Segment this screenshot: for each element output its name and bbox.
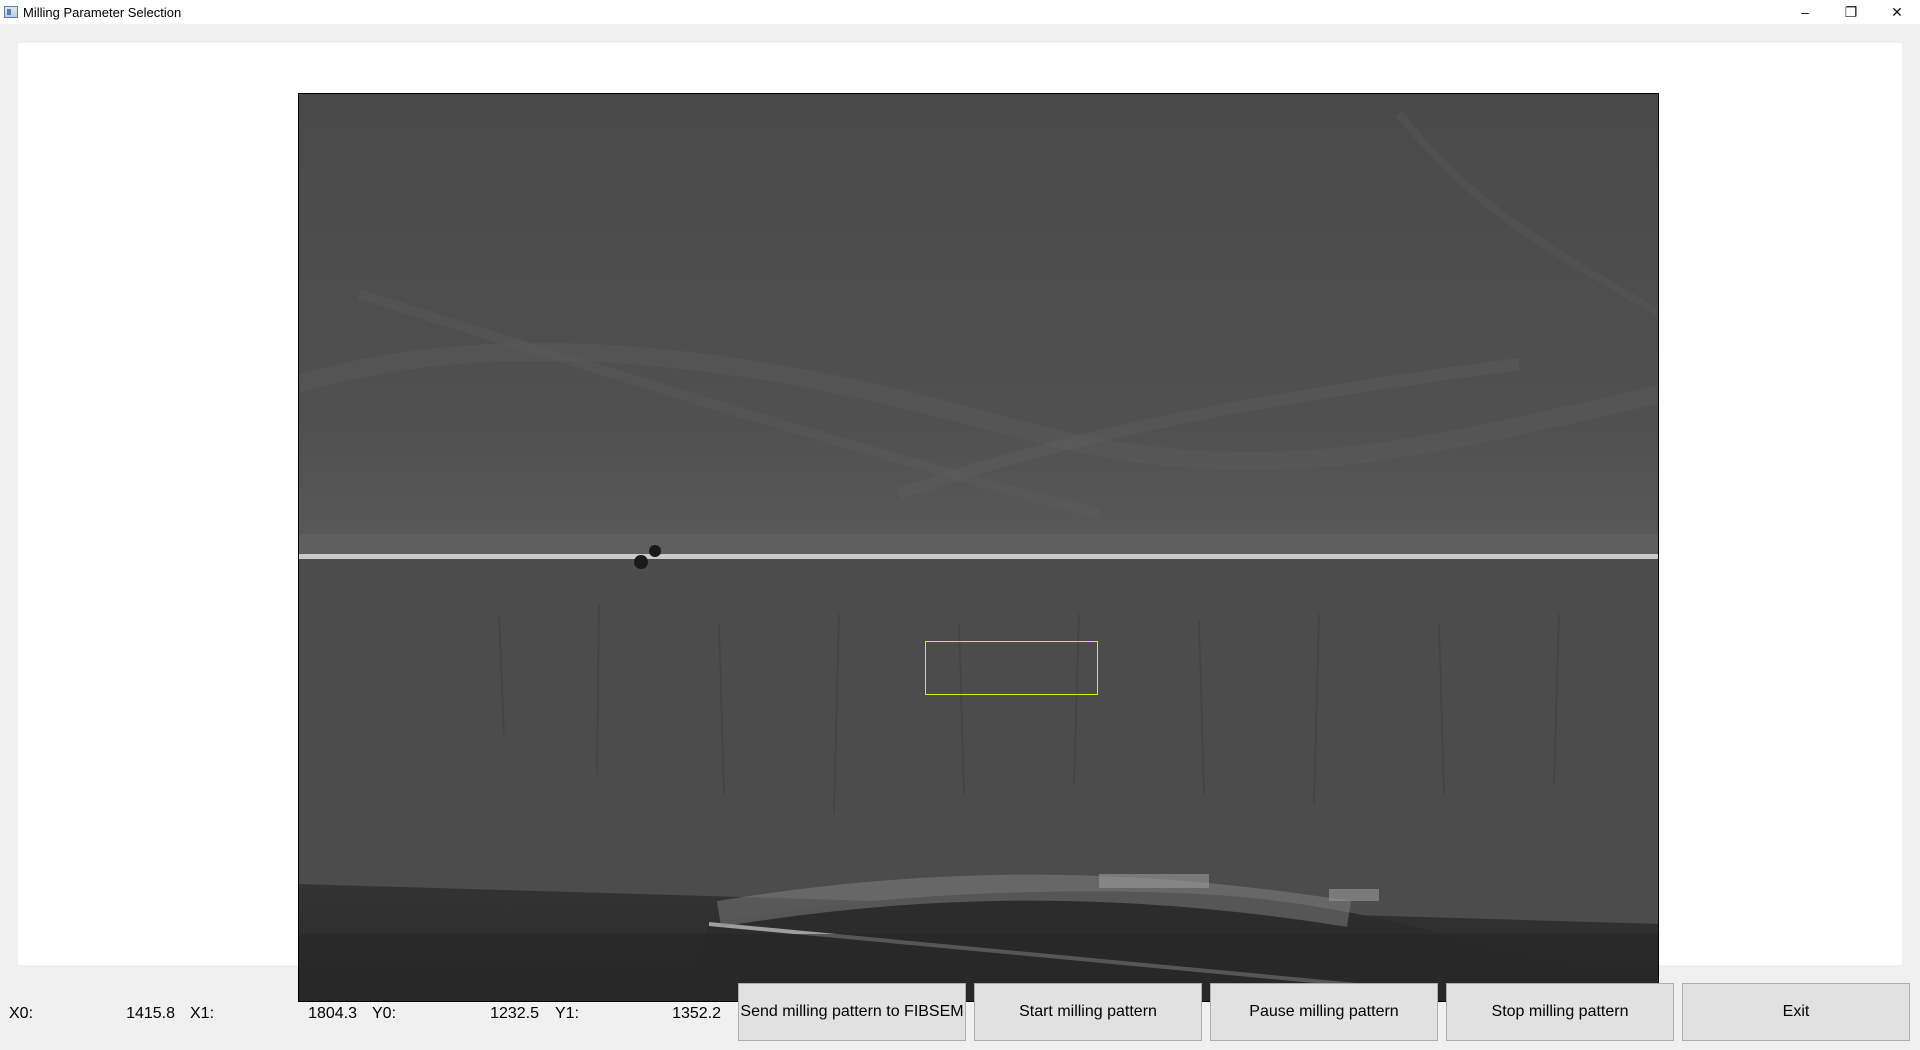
start-milling-pattern-button[interactable]: Start milling pattern xyxy=(974,983,1202,1041)
main-window: Milling Parameter Selection – ❐ ✕ X0: 14… xyxy=(0,0,1920,1050)
app-icon xyxy=(4,6,18,18)
title-bar[interactable]: Milling Parameter Selection – ❐ ✕ xyxy=(0,0,1920,24)
window-controls: – ❐ ✕ xyxy=(1782,0,1920,24)
pause-milling-pattern-button[interactable]: Pause milling pattern xyxy=(1210,983,1438,1041)
y1-label: Y1: xyxy=(555,1005,580,1022)
sem-image-view[interactable] xyxy=(298,93,1659,1002)
image-panel xyxy=(18,43,1902,1002)
y1-value: 1352.2 xyxy=(672,1005,721,1022)
minimize-icon[interactable]: – xyxy=(1782,0,1828,24)
x1-label: X1: xyxy=(190,1005,215,1022)
stop-milling-pattern-button[interactable]: Stop milling pattern xyxy=(1446,983,1674,1041)
x0-label: X0: xyxy=(9,1005,34,1022)
exit-button[interactable]: Exit xyxy=(1682,983,1910,1041)
window-title: Milling Parameter Selection xyxy=(23,4,182,20)
close-icon[interactable]: ✕ xyxy=(1874,0,1920,24)
y0-value: 1232.5 xyxy=(490,1005,539,1022)
x0-value: 1415.8 xyxy=(126,1005,175,1022)
restore-icon[interactable]: ❐ xyxy=(1828,0,1874,24)
x1-value: 1804.3 xyxy=(308,1005,357,1022)
control-bar: X0: 1415.8 X1: 1804.3 Y0: 1232.5 Y1: 135… xyxy=(0,980,1920,1046)
y0-label: Y0: xyxy=(372,1005,397,1022)
send-milling-pattern-button[interactable]: Send milling pattern to FIBSEM xyxy=(738,983,966,1041)
milling-selection-rectangle[interactable] xyxy=(925,641,1098,695)
sem-micrograph xyxy=(299,94,1658,1001)
